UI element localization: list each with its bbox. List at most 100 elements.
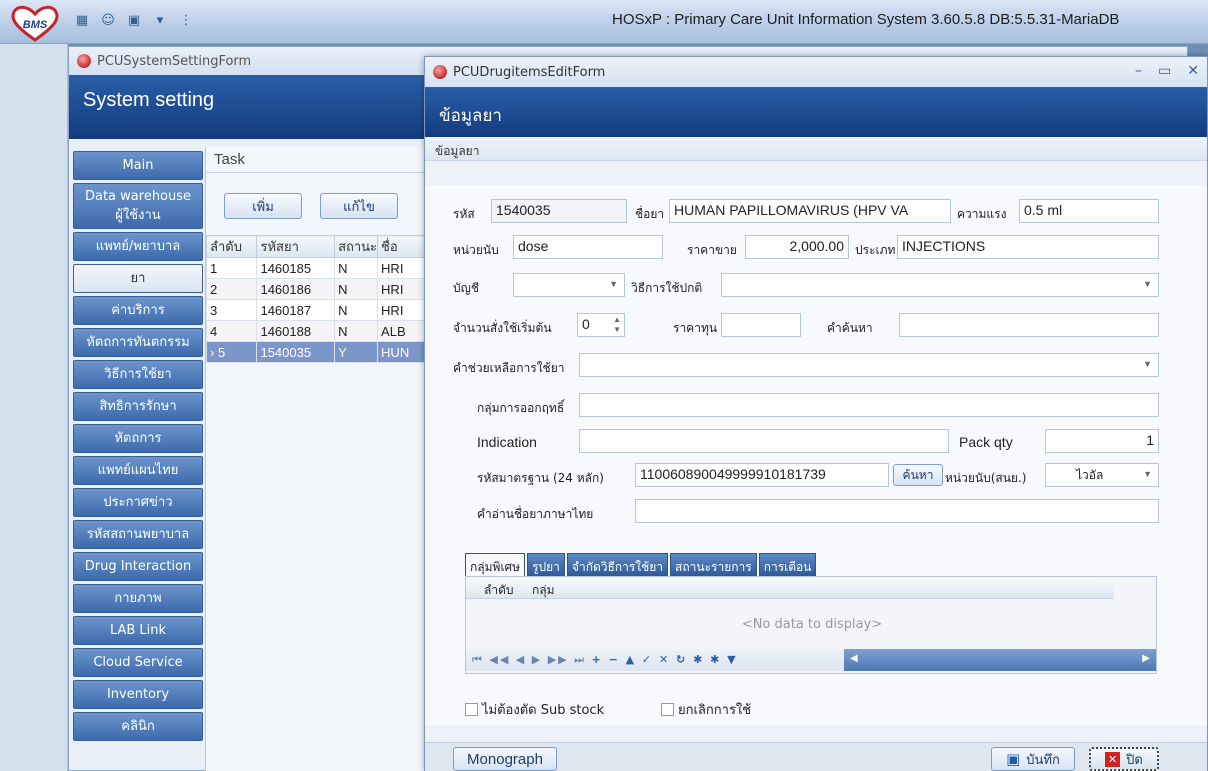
close-icon[interactable]: ✕ — [1187, 63, 1199, 79]
save-button[interactable]: ▣ บันทึก — [991, 747, 1075, 771]
menu-item-clinic[interactable]: คลินิก — [73, 712, 203, 741]
indication-field[interactable] — [579, 429, 949, 453]
settings-menu: Main Data warehouse ผู้ใช้งาน แพทย์/พยาบ… — [73, 151, 203, 744]
table-cell: HRI — [377, 299, 430, 321]
code-label: รหัส — [453, 207, 475, 221]
tab-special-group[interactable]: กลุ่มพิเศษ — [465, 553, 526, 577]
account-select[interactable]: ▼ — [513, 273, 625, 297]
chevron-down-icon[interactable]: ▼ — [609, 279, 618, 289]
drug-group-label: กลุ่มการออกฤทธิ์ — [477, 401, 565, 415]
drug-group-field[interactable] — [579, 393, 1159, 417]
menu-item-drug-interaction[interactable]: Drug Interaction — [73, 552, 203, 581]
tab-item-status[interactable]: สถานะรายการ — [670, 553, 757, 577]
column-header[interactable]: สถานะ — [334, 235, 379, 258]
menu-item-cloud-service[interactable]: Cloud Service — [73, 648, 203, 677]
checkbox-label: ไม่ต้องตัด Sub stock — [482, 703, 605, 718]
table-row[interactable]: 2 1460186 N HRI — [205, 278, 430, 300]
grid-column-group[interactable]: กลุ่ม — [532, 581, 555, 600]
tab-usage-limit[interactable]: จำกัดวิธีการใช้ยา — [566, 553, 669, 577]
search-field[interactable] — [899, 313, 1159, 337]
menu-item-hospital-code[interactable]: รหัสสถานพยาบาล — [73, 520, 203, 549]
search-button[interactable]: ค้นหา — [893, 464, 943, 486]
std-unit-select[interactable]: ไวอัล ▼ — [1045, 463, 1159, 487]
no-substock-checkbox[interactable]: ไม่ต้องตัด Sub stock — [465, 699, 604, 720]
strength-label: ความแรง — [957, 207, 1007, 221]
minimize-icon[interactable]: – — [1135, 63, 1142, 79]
scroll-left-icon[interactable]: ◀ — [850, 653, 858, 664]
dropdown-icon[interactable]: ▾ — [150, 10, 170, 30]
chevron-down-icon[interactable]: ▼ — [1143, 279, 1152, 289]
usage-select[interactable]: ▼ — [721, 273, 1159, 297]
menu-item-drug-usage[interactable]: วิธีการใช้ยา — [73, 360, 203, 389]
initial-qty-label: จำนวนสั่งใช้เริ่มต้น — [453, 321, 552, 335]
tab-warning[interactable]: การเตือน — [758, 553, 817, 577]
code-field[interactable]: 1540035 — [491, 199, 627, 223]
menu-item-service-fee[interactable]: ค่าบริการ — [73, 296, 203, 325]
strength-field[interactable]: 0.5 ml — [1019, 199, 1159, 223]
menu-item-inventory[interactable]: Inventory — [73, 680, 203, 709]
chart-icon[interactable]: ▦ — [72, 10, 92, 30]
drug-form-header: ข้อมูลยา — [425, 87, 1207, 137]
unit-field[interactable]: dose — [513, 235, 663, 259]
save-icon[interactable]: ▣ — [124, 10, 144, 30]
scroll-right-icon[interactable]: ▶ — [1142, 653, 1150, 664]
tab-dosage-form[interactable]: รูปยา — [527, 553, 565, 577]
type-label: ประเภท — [855, 243, 896, 257]
add-button[interactable]: เพิ่ม — [224, 193, 302, 219]
table-row[interactable]: 3 1460187 N HRI — [205, 299, 430, 321]
maximize-icon[interactable]: ▭ — [1158, 63, 1171, 79]
menu-item-rights[interactable]: สิทธิการรักษา — [73, 392, 203, 421]
close-x-icon: ✕ — [1105, 751, 1121, 767]
table-row-selected[interactable]: › 5 1540035 Y HUN — [205, 341, 430, 363]
menu-item-main[interactable]: Main — [73, 151, 203, 180]
checkbox-box[interactable] — [465, 703, 478, 716]
column-header[interactable]: รหัสยา — [256, 235, 336, 258]
grid-column-order[interactable]: ลำดับ — [484, 581, 514, 600]
horizontal-scrollbar[interactable]: ◀ ▶ — [844, 649, 1156, 671]
menu-item-thai-medicine[interactable]: แพทย์แผนไทย — [73, 456, 203, 485]
menu-item-procedure[interactable]: หัตถการ — [73, 424, 203, 453]
menu-item-drug[interactable]: ยา — [73, 264, 203, 293]
task-label: Task — [206, 147, 429, 173]
form-icon — [77, 54, 91, 68]
drug-edit-form: PCUDrugitemsEditForm – ▭ ✕ ข้อมูลยา ข้อม… — [424, 56, 1208, 771]
pack-qty-field[interactable]: 1 — [1045, 429, 1159, 453]
table-cell: N — [334, 278, 379, 300]
checkbox-box[interactable] — [661, 703, 674, 716]
cancel-use-checkbox[interactable]: ยกเลิกการใช้ — [661, 699, 751, 720]
initial-qty-stepper[interactable]: 0 ▲ ▼ — [577, 313, 625, 337]
cost-field[interactable] — [721, 313, 801, 337]
table-cell: N — [334, 320, 379, 342]
help-select[interactable]: ▼ — [579, 353, 1159, 377]
customize-icon[interactable]: ⋮ — [176, 10, 196, 30]
table-row[interactable]: 1 1460185 N HRI — [205, 257, 430, 279]
table-row[interactable]: 4 1460188 N ALB — [205, 320, 430, 342]
menu-item-doctor-nurse[interactable]: แพทย์/พยาบาล — [73, 232, 203, 261]
chevron-down-icon[interactable]: ▼ — [1143, 359, 1152, 369]
table-cell: › 5 — [205, 341, 258, 363]
type-field[interactable]: INJECTIONS — [897, 235, 1159, 259]
checkbox-label: ยกเลิกการใช้ — [678, 703, 752, 718]
menu-item-data-warehouse[interactable]: Data warehouse ผู้ใช้งาน — [73, 183, 203, 229]
nav-arrows-icon[interactable]: ⏮ ◀◀ ◀ ▶ ▶▶ ⏭ — [472, 653, 586, 666]
user-icon[interactable]: ☺ — [98, 10, 118, 30]
menu-item-dental[interactable]: หัตถการทันตกรรม — [73, 328, 203, 357]
stepper-arrows-icon[interactable]: ▲ ▼ — [613, 315, 621, 335]
thai-name-field[interactable] — [635, 499, 1159, 523]
table-cell: HRI — [377, 278, 430, 300]
monograph-button[interactable]: Monograph — [453, 747, 557, 771]
drug-name-field[interactable]: HUMAN PAPILLOMAVIRUS (HPV VA — [669, 199, 951, 223]
edit-button[interactable]: แก้ไข — [320, 193, 398, 219]
column-header[interactable]: ชื่อ — [377, 235, 430, 258]
std-code-field[interactable]: 110060890049999910181739 — [635, 463, 889, 487]
chevron-down-icon[interactable]: ▼ — [1143, 469, 1152, 479]
bms-logo[interactable]: BMS — [8, 4, 62, 42]
price-field[interactable]: 2,000.00 — [745, 235, 849, 259]
left-panel — [0, 44, 68, 771]
nav-actions-icon[interactable]: + − ▲ ✓ ✕ ↻ ✱ ✱ ▼ — [592, 653, 738, 666]
menu-item-lab-link[interactable]: LAB Link — [73, 616, 203, 645]
close-button[interactable]: ✕ ปิด — [1089, 747, 1159, 771]
column-header[interactable]: ลำดับ — [205, 235, 258, 258]
menu-item-news[interactable]: ประกาศข่าว — [73, 488, 203, 517]
menu-item-physio[interactable]: กายภาพ — [73, 584, 203, 613]
